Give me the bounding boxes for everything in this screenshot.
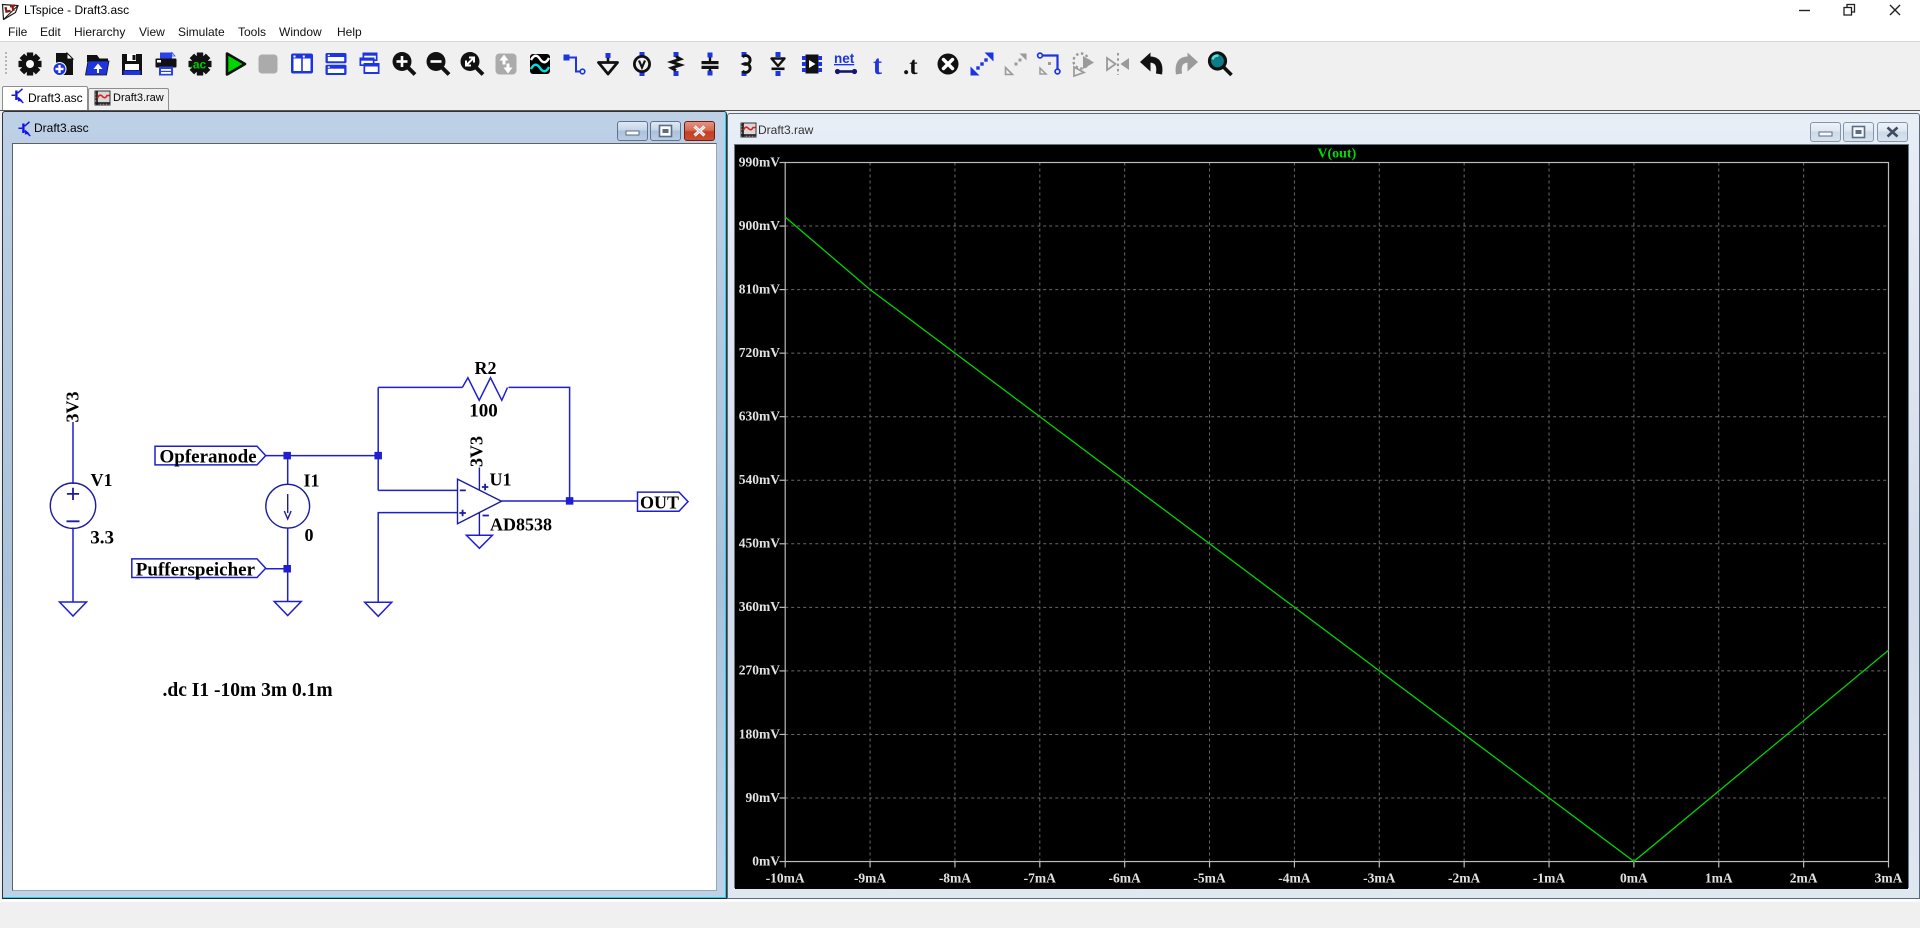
svg-text:3V3: 3V3 [63, 392, 83, 423]
svg-text:-3mA: -3mA [1363, 871, 1395, 886]
svg-text:-10mA: -10mA [766, 871, 805, 886]
svg-text:-8mA: -8mA [939, 871, 971, 886]
svg-text:-9mA: -9mA [854, 871, 886, 886]
svg-text:0mV: 0mV [752, 853, 780, 868]
svg-text:1mA: 1mA [1705, 871, 1733, 886]
svg-text:-5mA: -5mA [1193, 871, 1225, 886]
svg-text:3mA: 3mA [1875, 871, 1903, 886]
svg-text:450mV: 450mV [739, 536, 780, 551]
svg-text:270mV: 270mV [739, 663, 780, 678]
svg-text:900mV: 900mV [739, 218, 780, 233]
svg-text:0: 0 [305, 525, 314, 545]
svg-text:540mV: 540mV [739, 472, 780, 487]
svg-text:100: 100 [469, 401, 498, 422]
svg-text:.ac: .ac [189, 58, 206, 72]
svg-text:-1mA: -1mA [1533, 871, 1565, 886]
svg-text:net: net [834, 51, 855, 66]
svg-text:.dc I1 -10m 3m 0.1m: .dc I1 -10m 3m 0.1m [163, 680, 333, 701]
svg-text:I1: I1 [304, 471, 320, 491]
svg-text:360mV: 360mV [739, 599, 780, 614]
svg-text:3V3: 3V3 [467, 436, 487, 467]
svg-text:3.3: 3.3 [90, 528, 114, 549]
svg-text:2mA: 2mA [1790, 871, 1818, 886]
svg-text:U1: U1 [490, 470, 512, 490]
svg-text:-6mA: -6mA [1109, 871, 1141, 886]
svg-text:180mV: 180mV [739, 726, 780, 741]
svg-text:-7mA: -7mA [1024, 871, 1056, 886]
svg-text:AD8538: AD8538 [490, 515, 552, 535]
svg-text:0mA: 0mA [1620, 871, 1648, 886]
svg-text:V(out): V(out) [1317, 147, 1356, 162]
svg-text:Pufferspeicher: Pufferspeicher [136, 559, 256, 580]
svg-text:t: t [873, 50, 882, 78]
svg-text:720mV: 720mV [739, 345, 780, 360]
svg-text:OUT: OUT [640, 492, 679, 512]
svg-text:630mV: 630mV [739, 409, 780, 424]
svg-text:R2: R2 [475, 358, 497, 378]
svg-text:-4mA: -4mA [1278, 871, 1310, 886]
svg-text:90mV: 90mV [746, 790, 781, 805]
svg-text:Opferanode: Opferanode [160, 446, 257, 467]
svg-text:-2mA: -2mA [1448, 871, 1480, 886]
svg-text:810mV: 810mV [739, 281, 780, 296]
svg-text:.t: .t [903, 53, 918, 78]
svg-text:990mV: 990mV [739, 154, 780, 169]
svg-text:V1: V1 [91, 470, 113, 490]
